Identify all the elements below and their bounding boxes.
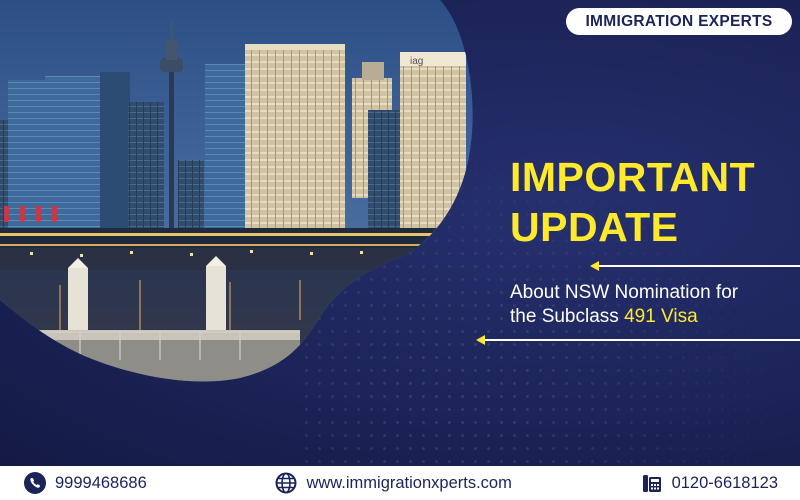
headline-line-2: UPDATE [510, 204, 679, 250]
headline: IMPORTANT UPDATE [510, 152, 755, 252]
building-sign: iag [410, 56, 423, 67]
arrow-head-bottom-icon [476, 335, 485, 345]
arrow-line-bottom [484, 339, 800, 341]
arrow-line-top [598, 265, 800, 267]
subtitle-line-2: the Subclass 491 Visa [510, 305, 738, 329]
brand-logo-pill: IMMIGRATION EXPERTS [566, 8, 792, 35]
subtitle-line-2-prefix: the Subclass [510, 306, 625, 327]
office-phone-icon [642, 475, 661, 492]
subtitle-line-1: About NSW Nomination for [510, 282, 739, 303]
contact-footer: 9999468686 www.immigrationxperts.com 012… [0, 466, 800, 500]
footer-phone-text: 9999468686 [55, 473, 147, 492]
footer-website-text: www.immigrationxperts.com [306, 473, 512, 492]
footer-website[interactable]: www.immigrationxperts.com [275, 472, 512, 494]
footer-landline-text: 0120-6618123 [671, 473, 778, 492]
banner-stage: iag IMMIGRATION EXPERTS IMPORTANT UPDATE… [0, 0, 800, 466]
phone-icon [24, 472, 46, 494]
arrow-head-top-icon [590, 261, 599, 271]
headline-line-1: IMPORTANT [510, 154, 756, 200]
subtitle-highlight: 491 Visa [624, 306, 698, 327]
subtitle: About NSW Nomination for the Subclass 49… [510, 281, 738, 329]
footer-phone[interactable]: 9999468686 [24, 472, 147, 494]
globe-icon [275, 472, 297, 494]
footer-landline[interactable]: 0120-6618123 [641, 472, 778, 494]
